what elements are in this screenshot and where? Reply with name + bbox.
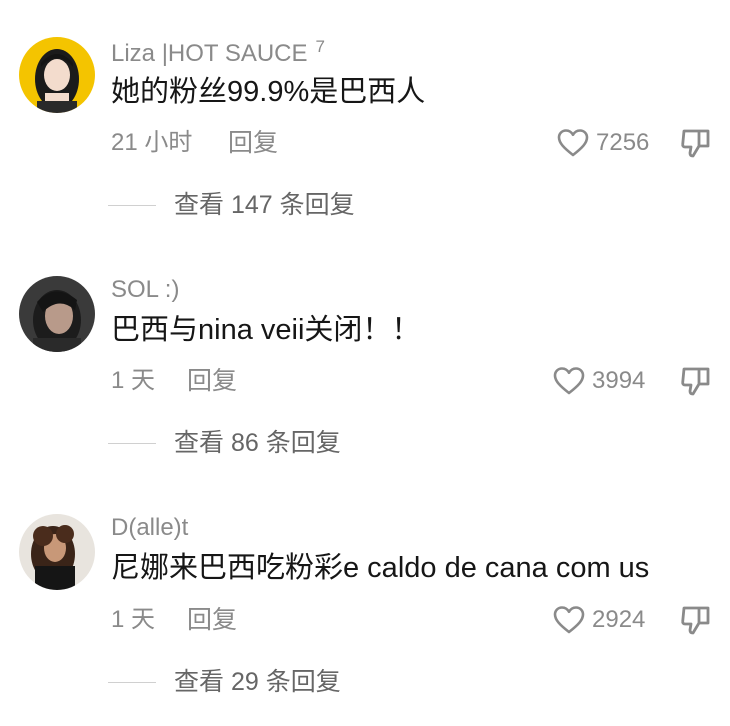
divider	[108, 682, 156, 683]
comment-time: 21 小时	[111, 129, 193, 156]
thumbs-down-icon[interactable]	[680, 127, 712, 159]
username-text: D(alle)t	[111, 514, 189, 541]
comment-text: 她的粉丝99.9%是巴西人	[111, 76, 426, 108]
comment-text: 巴西与nina veii关闭！！	[111, 314, 421, 346]
divider	[108, 443, 156, 444]
comment-username[interactable]: D(alle)t	[111, 516, 188, 540]
heart-outline-icon	[553, 606, 585, 634]
comment-username[interactable]: SOL :)	[111, 278, 179, 302]
like-button[interactable]: 3994	[552, 364, 645, 398]
username-badge: 7	[315, 37, 325, 56]
comment-text: 尼娜来巴西吃粉彩e caldo de cana com us	[111, 552, 650, 584]
thumbs-down-icon[interactable]	[680, 604, 712, 636]
comment-item: SOL :) 巴西与nina veii关闭！！ 1 天 回复 3994 查看 8…	[0, 238, 730, 476]
like-count: 2924	[592, 606, 646, 633]
comment-item: D(alle)t 尼娜来巴西吃粉彩e caldo de cana com us …	[0, 476, 730, 714]
avatar-image	[19, 276, 95, 352]
avatar-image	[19, 37, 95, 113]
username-text: SOL :)	[111, 276, 180, 303]
view-replies-button[interactable]: 查看 147 条回复	[174, 193, 355, 218]
like-button[interactable]: 7256	[556, 126, 649, 160]
avatar[interactable]	[19, 37, 95, 113]
reply-button[interactable]: 回复	[187, 608, 237, 633]
comment-time: 1 天	[111, 606, 156, 633]
divider	[108, 205, 156, 206]
heart-outline-icon	[557, 129, 589, 157]
view-replies-button[interactable]: 查看 86 条回复	[174, 431, 341, 456]
reply-button[interactable]: 回复	[228, 131, 278, 156]
comment-time: 1 天	[111, 367, 156, 394]
avatar[interactable]	[19, 276, 95, 352]
comment-item: Liza |HOT SAUCE 7 她的粉丝99.9%是巴西人 21 小时 回复 …	[0, 0, 730, 238]
comment-username[interactable]: Liza |HOT SAUCE 7	[111, 38, 325, 66]
reply-button[interactable]: 回复	[187, 369, 237, 394]
thumbs-down-icon[interactable]	[680, 365, 712, 397]
view-replies-button[interactable]: 查看 29 条回复	[174, 670, 341, 695]
like-count: 7256	[596, 129, 650, 156]
username-text: Liza |HOT SAUCE	[111, 40, 308, 67]
avatar[interactable]	[19, 514, 95, 590]
like-button[interactable]: 2924	[552, 603, 645, 637]
like-count: 3994	[592, 367, 646, 394]
avatar-image	[19, 514, 95, 590]
heart-outline-icon	[553, 367, 585, 395]
